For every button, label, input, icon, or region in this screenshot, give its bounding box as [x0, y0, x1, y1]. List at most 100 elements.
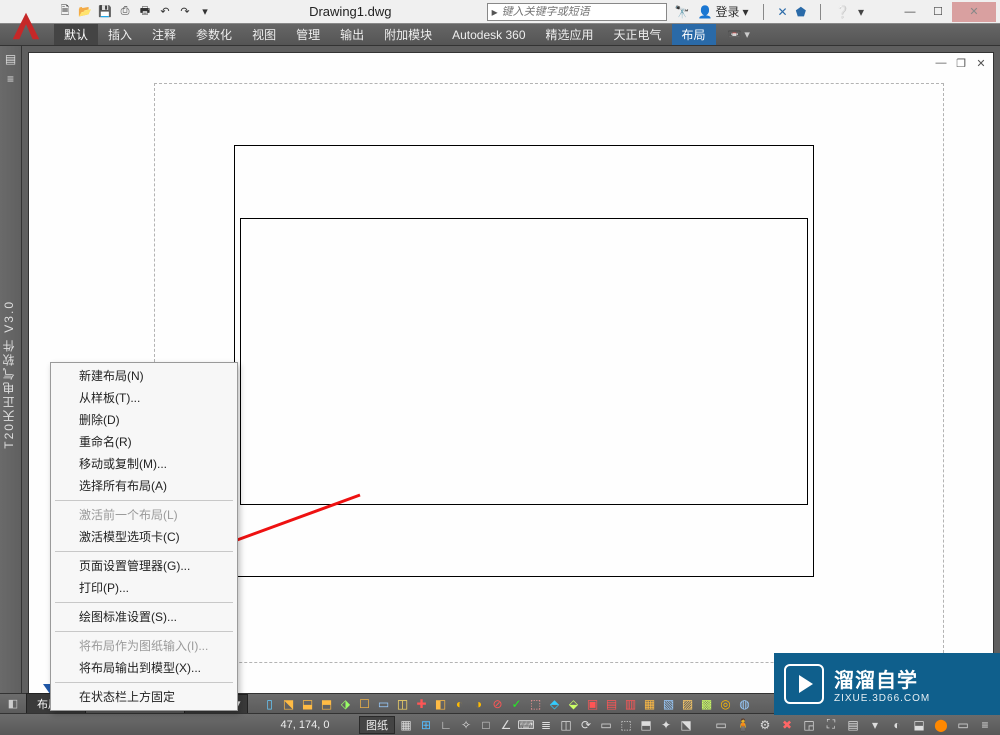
status-icon[interactable]: ✖ [778, 716, 796, 734]
tool-icon[interactable]: ⊘ [490, 696, 506, 712]
search-box[interactable]: ▸ [487, 3, 667, 21]
tool-icon[interactable]: ☐ [357, 696, 373, 712]
tool-icon[interactable]: ⬗ [338, 696, 354, 712]
viewport-border[interactable] [240, 218, 808, 505]
qat-redo-icon[interactable]: ↷ [176, 3, 194, 21]
doc-minimize-button[interactable]: — [933, 57, 949, 70]
tool-icon[interactable]: ◍ [737, 696, 753, 712]
tool-icon[interactable]: ⬚ [528, 696, 544, 712]
ribbon-tab-insert[interactable]: 插入 [98, 24, 142, 45]
tool-icon[interactable]: ⬙ [566, 696, 582, 712]
paper-model-toggle[interactable]: 图纸 [359, 716, 395, 734]
minimize-button[interactable]: — [896, 2, 924, 22]
tool-icon[interactable]: ▣ [585, 696, 601, 712]
tool-icon[interactable]: ✚ [414, 696, 430, 712]
search-dropdown-icon[interactable]: ▸ [492, 5, 498, 19]
status-icon[interactable]: ◲ [800, 716, 818, 734]
menu-export-layout[interactable]: 将布局输出到模型(X)... [51, 657, 237, 679]
layouts-list-button[interactable]: ◧ [4, 697, 22, 710]
menu-activate-model[interactable]: 激活模型选项卡(C) [51, 526, 237, 548]
status-menu-icon[interactable]: ≡ [976, 716, 994, 734]
grid-toggle-icon[interactable]: ▦ [397, 716, 415, 734]
osnap-toggle-icon[interactable]: □ [477, 716, 495, 734]
status-icon[interactable]: ⬚ [617, 716, 635, 734]
menu-move-copy[interactable]: 移动或复制(M)... [51, 453, 237, 475]
ribbon-tab-view[interactable]: 视图 [242, 24, 286, 45]
coordinates-readout[interactable]: 47, 174, 0 [255, 719, 355, 731]
a360-icon[interactable]: ⬟ [796, 5, 806, 19]
snap-toggle-icon[interactable]: ⊞ [417, 716, 435, 734]
status-icon[interactable]: ▭ [954, 716, 972, 734]
menu-rename[interactable]: 重命名(R) [51, 431, 237, 453]
qat-new-icon[interactable]: 🗎 [56, 3, 74, 21]
qat-saveas-icon[interactable]: ⎙ [116, 3, 134, 21]
status-icon[interactable]: ◐ [888, 716, 906, 734]
hardware-accel-icon[interactable]: ⚙ [756, 716, 774, 734]
tool-icon[interactable]: ◧ [433, 696, 449, 712]
ribbon-tab-default[interactable]: 默认 [54, 24, 98, 45]
tool-icon[interactable]: ▥ [623, 696, 639, 712]
status-icon[interactable]: ⬒ [637, 716, 655, 734]
toolbar-grip-icon[interactable]: ≡ [2, 70, 20, 88]
ribbon-tab-tangent[interactable]: 天正电气 [604, 24, 672, 45]
toolbar-marker-icon[interactable]: ▤ [2, 50, 20, 68]
tool-icon[interactable]: ▭ [376, 696, 392, 712]
help-icon[interactable]: ❔ [835, 5, 850, 19]
tool-icon[interactable]: ✓ [509, 696, 525, 712]
ribbon-tab-parametric[interactable]: 参数化 [186, 24, 242, 45]
customize-icon[interactable]: ▤ [844, 716, 862, 734]
ribbon-tab-annotate[interactable]: 注释 [142, 24, 186, 45]
menu-select-all[interactable]: 选择所有布局(A) [51, 475, 237, 497]
menu-new-layout[interactable]: 新建布局(N) [51, 365, 237, 387]
status-icon[interactable]: ⬓ [910, 716, 928, 734]
menu-from-template[interactable]: 从样板(T)... [51, 387, 237, 409]
menu-delete[interactable]: 删除(D) [51, 409, 237, 431]
dyn-toggle-icon[interactable]: ⌨ [517, 716, 535, 734]
app-menu-button[interactable] [4, 4, 48, 48]
tool-icon[interactable]: ▯ [262, 696, 278, 712]
transparency-toggle-icon[interactable]: ◫ [557, 716, 575, 734]
tool-icon[interactable]: ◎ [718, 696, 734, 712]
qat-print-icon[interactable]: 🖶 [136, 3, 154, 21]
menu-drafting-standards[interactable]: 绘图标准设置(S)... [51, 606, 237, 628]
tool-icon[interactable]: ▨ [680, 696, 696, 712]
search-input[interactable] [502, 6, 662, 18]
menu-page-setup[interactable]: 页面设置管理器(G)... [51, 555, 237, 577]
doc-restore-button[interactable]: ❐ [953, 57, 969, 70]
tool-icon[interactable]: ▧ [661, 696, 677, 712]
qat-undo-icon[interactable]: ↶ [156, 3, 174, 21]
ribbon-tab-output[interactable]: 输出 [330, 24, 374, 45]
signin-button[interactable]: 👤 登录 ▾ [698, 3, 749, 20]
tool-icon[interactable]: ◑ [471, 696, 487, 712]
tool-icon[interactable]: ▦ [642, 696, 658, 712]
ribbon-tab-featured[interactable]: 精选应用 [536, 24, 604, 45]
tool-icon[interactable]: ⬔ [281, 696, 297, 712]
isolate-icon[interactable]: 🧍 [734, 716, 752, 734]
selection-cycle-icon[interactable]: ⟳ [577, 716, 595, 734]
status-icon[interactable]: ⬤ [932, 716, 950, 734]
ribbon-tab-layout[interactable]: 布局 [672, 24, 716, 45]
doc-close-button[interactable]: ✕ [973, 57, 989, 70]
infocenter-icon[interactable]: 🔭 [675, 5, 690, 19]
ribbon-tab-manage[interactable]: 管理 [286, 24, 330, 45]
menu-pin-above-status[interactable]: 在状态栏上方固定 [51, 686, 237, 708]
chevron-down-icon[interactable]: ▾ [858, 5, 864, 19]
close-button[interactable]: ✕ [952, 2, 996, 22]
clean-screen-icon[interactable]: ⛶ [822, 716, 840, 734]
exchange-icon[interactable]: ✕ [778, 5, 788, 19]
menu-print[interactable]: 打印(P)... [51, 577, 237, 599]
lineweight-toggle-icon[interactable]: ≣ [537, 716, 555, 734]
status-icon[interactable]: ✦ [657, 716, 675, 734]
tool-icon[interactable]: ◐ [452, 696, 468, 712]
qat-save-icon[interactable]: 💾 [96, 3, 114, 21]
tool-icon[interactable]: ⬓ [300, 696, 316, 712]
tool-icon[interactable]: ▤ [604, 696, 620, 712]
ribbon-overflow-button[interactable]: 📼 ▾ [722, 24, 756, 45]
ribbon-tab-a360[interactable]: Autodesk 360 [442, 24, 535, 45]
tool-icon[interactable]: ⬘ [547, 696, 563, 712]
ribbon-tab-addins[interactable]: 附加模块 [374, 24, 442, 45]
status-icon[interactable]: ▭ [712, 716, 730, 734]
status-icon[interactable]: ⬔ [677, 716, 695, 734]
ortho-toggle-icon[interactable]: ∟ [437, 716, 455, 734]
tool-icon[interactable]: ◫ [395, 696, 411, 712]
